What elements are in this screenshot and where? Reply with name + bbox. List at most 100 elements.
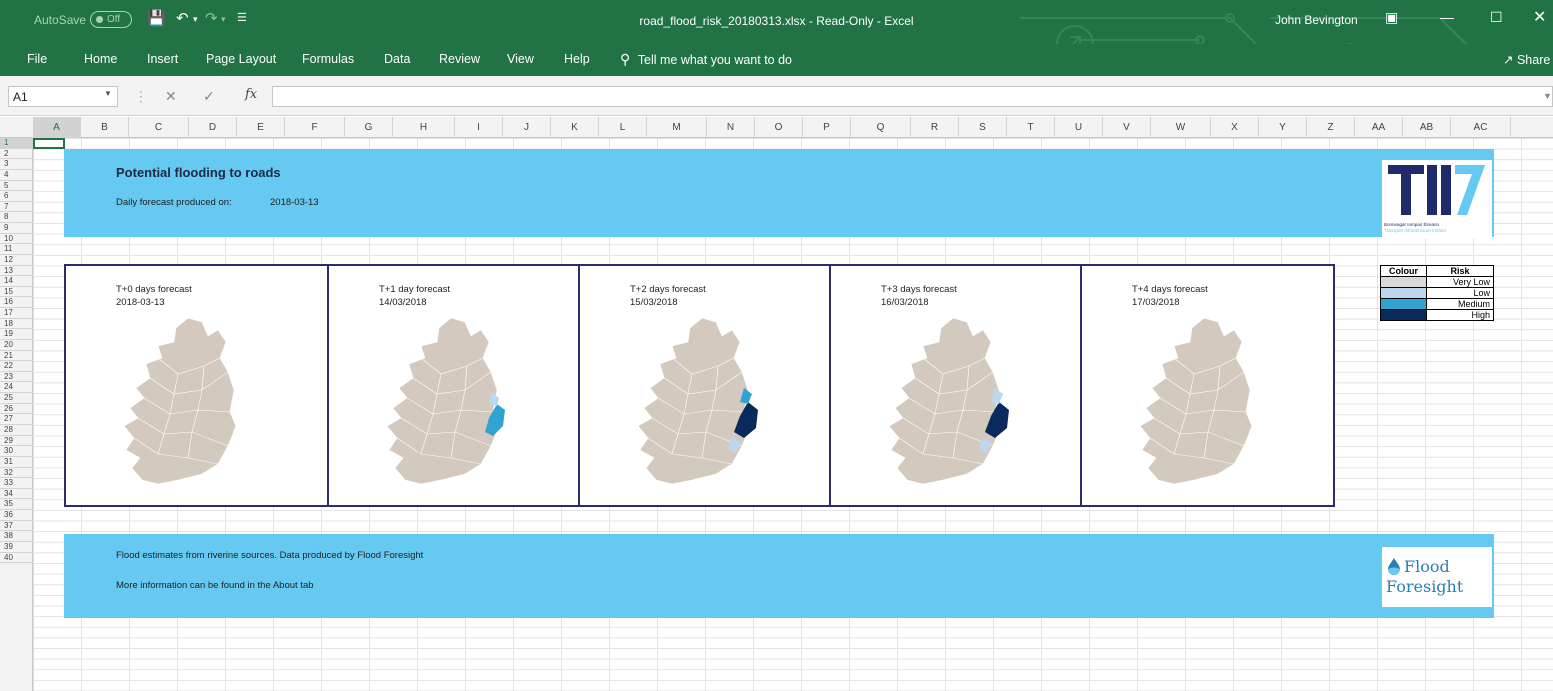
column-header[interactable]: L [599, 117, 647, 138]
tab-view[interactable]: View [507, 52, 534, 66]
column-header[interactable]: X [1211, 117, 1259, 138]
row-header[interactable]: 3 [0, 159, 33, 170]
row-header[interactable]: 40 [0, 553, 33, 564]
column-header[interactable]: I [455, 117, 503, 138]
row-header[interactable]: 30 [0, 446, 33, 457]
tab-file[interactable]: File [27, 52, 47, 66]
expand-formula-bar-icon[interactable]: ▼ [1543, 91, 1552, 101]
share-icon: ↗ [1503, 53, 1514, 67]
row-header[interactable]: 13 [0, 266, 33, 277]
row-header[interactable]: 28 [0, 425, 33, 436]
column-header[interactable]: Q [851, 117, 911, 138]
row-header[interactable]: 24 [0, 382, 33, 394]
tab-home[interactable]: Home [84, 52, 117, 66]
column-header[interactable]: A [33, 117, 81, 138]
column-header[interactable]: N [707, 117, 755, 138]
row-header[interactable]: 38 [0, 531, 33, 542]
minimize-icon[interactable]: — [1440, 9, 1454, 25]
row-header[interactable]: 36 [0, 510, 33, 521]
row-header[interactable]: 5 [0, 181, 33, 192]
tii-logo-caption-english: Transport Infrastructure Ireland [1384, 228, 1446, 233]
column-header[interactable]: G [345, 117, 393, 138]
row-header[interactable]: 12 [0, 255, 33, 266]
row-header[interactable]: 20 [0, 340, 33, 351]
row-header[interactable]: 31 [0, 457, 33, 468]
maximize-icon[interactable]: ☐ [1490, 9, 1503, 26]
name-box[interactable]: A1 [8, 86, 118, 107]
formula-input[interactable] [272, 86, 1553, 107]
row-header[interactable]: 17 [0, 308, 33, 319]
tab-help[interactable]: Help [564, 52, 590, 66]
column-header[interactable]: T [1007, 117, 1055, 138]
column-header[interactable]: R [911, 117, 959, 138]
column-header[interactable]: AA [1355, 117, 1403, 138]
column-header[interactable]: S [959, 117, 1007, 138]
forecast-panel: T+4 days forecast 17/03/2018 [1082, 266, 1333, 505]
column-header[interactable]: V [1103, 117, 1151, 138]
column-header[interactable]: F [285, 117, 345, 138]
row-header[interactable]: 10 [0, 234, 33, 245]
insert-function-icon[interactable]: fx [245, 87, 257, 102]
row-header[interactable]: 33 [0, 478, 33, 489]
row-header[interactable]: 35 [0, 499, 33, 511]
column-header[interactable]: U [1055, 117, 1103, 138]
row-header[interactable]: 18 [0, 319, 33, 330]
legend-label-low: Low [1426, 287, 1494, 299]
row-header[interactable]: 7 [0, 202, 33, 213]
row-header[interactable]: 19 [0, 329, 33, 340]
row-header[interactable]: 39 [0, 542, 33, 553]
column-header[interactable]: B [81, 117, 129, 138]
column-header[interactable]: H [393, 117, 455, 138]
row-header[interactable]: 16 [0, 297, 33, 309]
tab-review[interactable]: Review [439, 52, 480, 66]
row-header[interactable]: 8 [0, 212, 33, 224]
forecast-panel-title: T+2 days forecast [630, 284, 706, 295]
column-header[interactable]: J [503, 117, 551, 138]
tell-me-search[interactable]: ⚲ Tell me what you want to do [620, 51, 792, 68]
column-header[interactable]: AB [1403, 117, 1451, 138]
row-header[interactable]: 15 [0, 287, 33, 298]
row-header[interactable]: 6 [0, 191, 33, 202]
row-header[interactable]: 1 [0, 138, 33, 149]
column-header[interactable]: W [1151, 117, 1211, 138]
row-header[interactable]: 14 [0, 276, 33, 287]
tab-formulas[interactable]: Formulas [302, 52, 354, 66]
ribbon-display-options-icon[interactable]: ▣ [1385, 9, 1398, 26]
column-header[interactable]: K [551, 117, 599, 138]
water-drop-icon [1388, 558, 1400, 575]
tab-page-layout[interactable]: Page Layout [206, 52, 276, 66]
column-header[interactable]: E [237, 117, 285, 138]
row-header[interactable]: 37 [0, 521, 33, 532]
user-name[interactable]: John Bevington [1275, 13, 1358, 27]
close-icon[interactable]: ✕ [1533, 7, 1546, 27]
tab-insert[interactable]: Insert [147, 52, 178, 66]
row-header[interactable]: 32 [0, 468, 33, 479]
row-header[interactable]: 23 [0, 372, 33, 383]
active-cell[interactable] [33, 138, 65, 149]
row-header[interactable]: 27 [0, 414, 33, 425]
row-header[interactable]: 4 [0, 170, 33, 181]
row-header[interactable]: 29 [0, 436, 33, 447]
row-header[interactable]: 26 [0, 404, 33, 415]
share-button[interactable]: ↗ Share [1503, 52, 1550, 67]
column-header[interactable]: Y [1259, 117, 1307, 138]
column-header[interactable]: O [755, 117, 803, 138]
row-header[interactable]: 34 [0, 489, 33, 500]
name-box-dropdown-icon[interactable]: ▼ [104, 89, 112, 98]
column-header[interactable]: D [189, 117, 237, 138]
row-header[interactable]: 21 [0, 351, 33, 362]
legend-swatch-very-low [1380, 276, 1427, 288]
column-header[interactable]: P [803, 117, 851, 138]
enter-icon: ✓ [203, 88, 215, 104]
column-header[interactable]: Z [1307, 117, 1355, 138]
row-header[interactable]: 25 [0, 393, 33, 404]
row-header[interactable]: 11 [0, 244, 33, 255]
column-header[interactable]: AC [1451, 117, 1511, 138]
tab-data[interactable]: Data [384, 52, 410, 66]
row-header[interactable]: 2 [0, 149, 33, 160]
forecast-panel: T+2 days forecast 15/03/2018 [580, 266, 831, 505]
column-header[interactable]: C [129, 117, 189, 138]
row-header[interactable]: 9 [0, 223, 33, 234]
row-header[interactable]: 22 [0, 361, 33, 372]
column-header[interactable]: M [647, 117, 707, 138]
